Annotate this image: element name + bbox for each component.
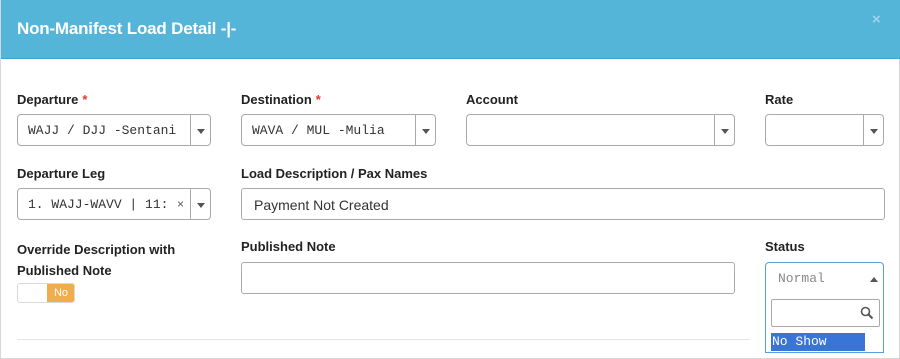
override-description-toggle[interactable]: No — [17, 283, 75, 303]
status-placeholder: Normal — [778, 271, 825, 286]
select-separator — [714, 115, 715, 145]
published-note-label: Published Note — [241, 239, 336, 254]
departure-leg-value: 1. WAJJ-WAVV | 11: — [28, 197, 169, 212]
modal-divider — [17, 339, 750, 340]
chevron-up-icon[interactable] — [870, 277, 878, 282]
destination-label-text: Destination — [241, 92, 312, 107]
chevron-down-icon[interactable] — [422, 129, 430, 134]
departure-label-text: Departure — [17, 92, 79, 107]
chevron-down-icon[interactable] — [870, 129, 878, 134]
load-description-value: Payment Not Created — [254, 197, 389, 213]
chevron-down-icon[interactable] — [197, 129, 205, 134]
chevron-down-icon[interactable] — [197, 203, 205, 208]
status-search-input[interactable] — [771, 299, 880, 327]
override-label-line1: Override Description with — [17, 242, 176, 257]
account-select[interactable] — [466, 114, 735, 146]
departure-leg-label: Departure Leg — [17, 166, 106, 181]
departure-label: Departure * — [17, 92, 87, 107]
status-option-no-show[interactable]: No Show — [771, 333, 865, 351]
close-button[interactable]: × — [872, 11, 881, 28]
destination-select[interactable]: WAVA / MUL -Mulia — [241, 114, 436, 146]
rate-label: Rate — [765, 92, 794, 107]
load-description-input[interactable]: Payment Not Created — [241, 188, 885, 220]
departure-value: WAJJ / DJJ -Sentani — [28, 123, 177, 138]
required-icon: * — [82, 92, 88, 107]
departure-leg-select[interactable]: 1. WAJJ-WAVV | 11: × — [17, 188, 211, 220]
override-description-label: Override Description with Published Note — [17, 239, 175, 281]
departure-select[interactable]: WAJJ / DJJ -Sentani — [17, 114, 211, 146]
status-select[interactable]: Normal — [765, 262, 884, 294]
load-description-label: Load Description / Pax Names — [241, 166, 428, 181]
select-separator — [415, 115, 416, 145]
select-separator — [190, 115, 191, 145]
required-icon: * — [315, 92, 321, 107]
published-note-input[interactable] — [241, 262, 735, 294]
select-separator — [863, 115, 864, 145]
modal-title: Non-Manifest Load Detail -|- — [17, 19, 237, 38]
override-label-line2: Published Note — [17, 263, 112, 278]
destination-label: Destination * — [241, 92, 321, 107]
toggle-no-label: No — [47, 284, 74, 302]
modal-header: Non-Manifest Load Detail -|- × — [1, 0, 900, 59]
search-icon — [860, 306, 874, 320]
chevron-down-icon[interactable] — [721, 129, 729, 134]
status-label: Status — [765, 239, 805, 254]
rate-select[interactable] — [765, 114, 884, 146]
load-detail-modal: Non-Manifest Load Detail -|- × Departure… — [0, 0, 900, 359]
status-dropdown: No Show — [765, 293, 884, 353]
clear-icon[interactable]: × — [177, 197, 184, 211]
toggle-knob — [18, 284, 47, 302]
select-separator — [190, 189, 191, 219]
destination-value: WAVA / MUL -Mulia — [252, 123, 385, 138]
account-label: Account — [466, 92, 518, 107]
